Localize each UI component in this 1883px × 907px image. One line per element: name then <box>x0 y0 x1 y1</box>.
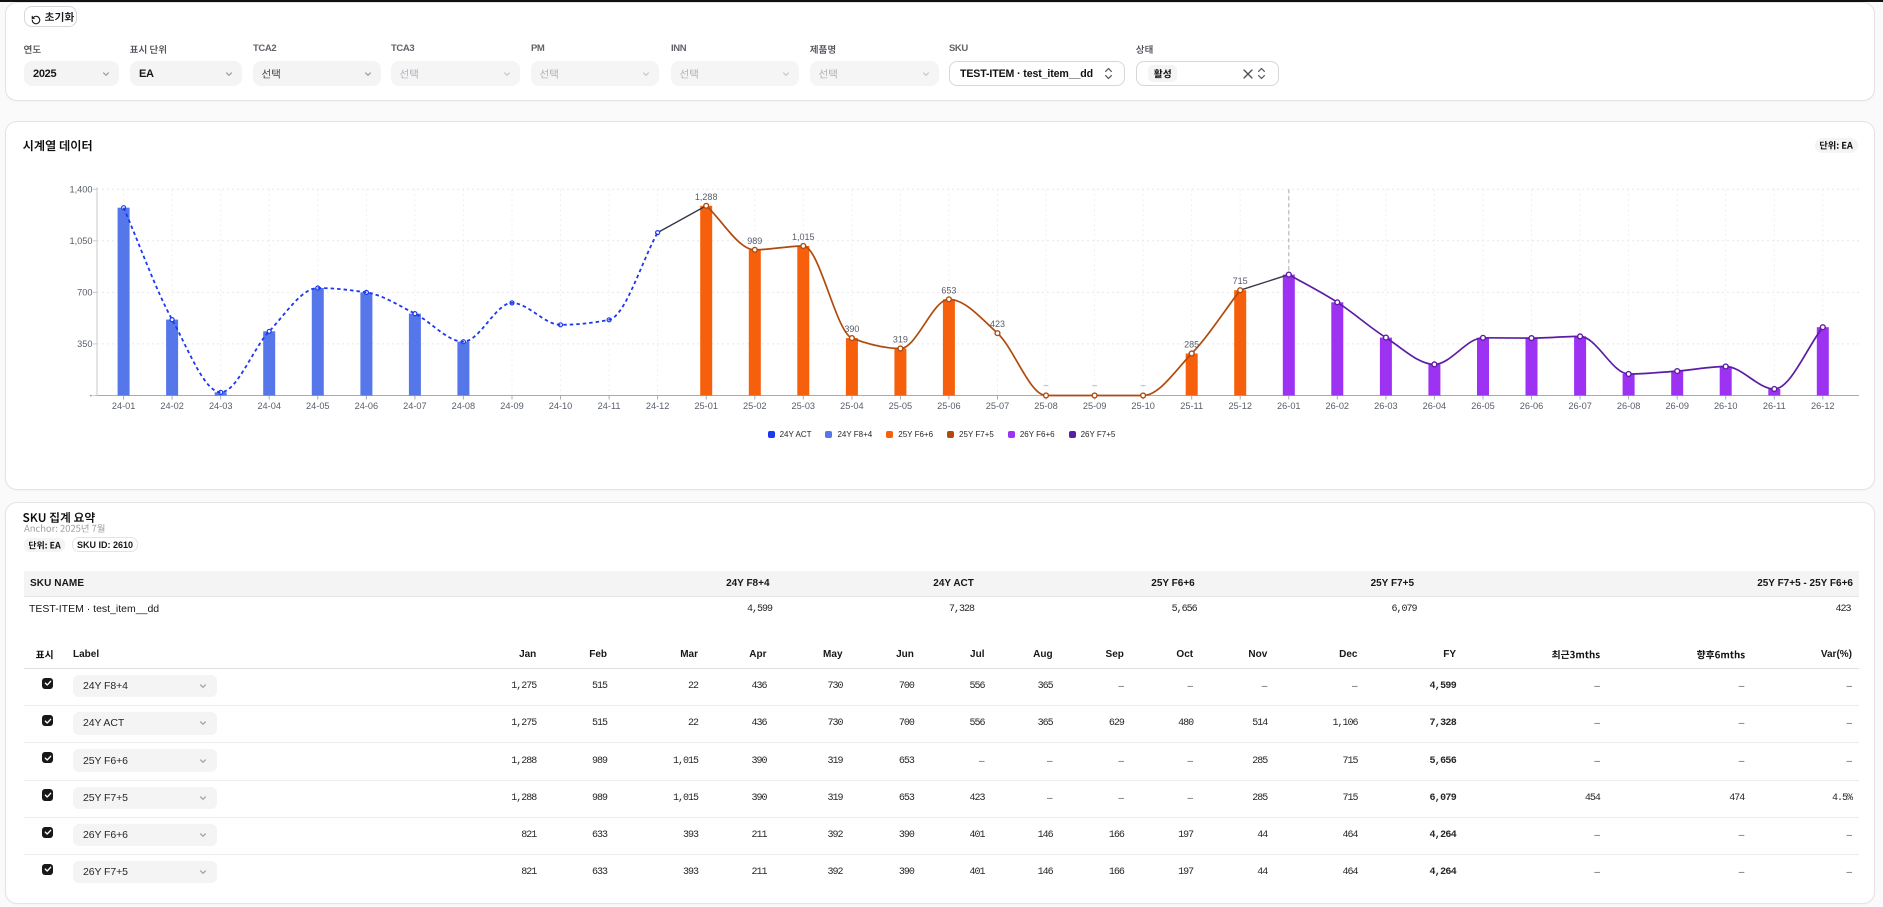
svg-text:24-11: 24-11 <box>598 401 621 411</box>
svg-text:24-03: 24-03 <box>209 401 233 411</box>
svg-text:24-04: 24-04 <box>257 401 281 411</box>
svg-text:24-06: 24-06 <box>355 401 379 411</box>
svg-text:989: 989 <box>747 236 762 246</box>
svg-text:26-11: 26-11 <box>1763 401 1786 411</box>
svg-text:26-07: 26-07 <box>1568 401 1592 411</box>
svg-text:26-10: 26-10 <box>1714 401 1738 411</box>
svg-text:390: 390 <box>844 324 859 334</box>
svg-text:350: 350 <box>77 339 92 349</box>
svg-text:26-04: 26-04 <box>1423 401 1447 411</box>
svg-text:26-02: 26-02 <box>1326 401 1350 411</box>
svg-text:285: 285 <box>1184 340 1199 350</box>
svg-text:26-06: 26-06 <box>1520 401 1544 411</box>
svg-text:26-08: 26-08 <box>1617 401 1641 411</box>
svg-text:25-01: 25-01 <box>694 401 718 411</box>
svg-text:26-09: 26-09 <box>1665 401 1689 411</box>
svg-text:–: – <box>1141 380 1146 390</box>
svg-text:–: – <box>1092 380 1097 390</box>
svg-text:25-04: 25-04 <box>840 401 864 411</box>
svg-text:1,015: 1,015 <box>792 232 815 242</box>
svg-text:700: 700 <box>77 288 92 298</box>
svg-text:25-12: 25-12 <box>1228 401 1252 411</box>
svg-text:25-02: 25-02 <box>743 401 767 411</box>
svg-text:–: – <box>1043 380 1048 390</box>
svg-text:26-12: 26-12 <box>1811 401 1835 411</box>
svg-text:24-02: 24-02 <box>160 401 184 411</box>
svg-text:-: - <box>89 391 92 401</box>
svg-text:25-08: 25-08 <box>1034 401 1058 411</box>
svg-text:423: 423 <box>990 319 1005 329</box>
svg-text:25-05: 25-05 <box>889 401 913 411</box>
svg-text:24-01: 24-01 <box>112 401 136 411</box>
svg-text:25-06: 25-06 <box>937 401 961 411</box>
svg-text:25-03: 25-03 <box>792 401 816 411</box>
svg-text:24-05: 24-05 <box>306 401 330 411</box>
svg-text:24-12: 24-12 <box>646 401 670 411</box>
svg-text:25-09: 25-09 <box>1083 401 1107 411</box>
svg-text:26-03: 26-03 <box>1374 401 1398 411</box>
svg-text:26-05: 26-05 <box>1471 401 1495 411</box>
svg-text:653: 653 <box>941 285 956 295</box>
svg-text:1,288: 1,288 <box>695 192 718 202</box>
svg-text:26-01: 26-01 <box>1277 401 1301 411</box>
svg-text:25-07: 25-07 <box>986 401 1010 411</box>
svg-text:25-11: 25-11 <box>1180 401 1203 411</box>
svg-text:319: 319 <box>893 335 908 345</box>
svg-text:25-10: 25-10 <box>1131 401 1155 411</box>
svg-text:24-10: 24-10 <box>549 401 573 411</box>
svg-text:1,050: 1,050 <box>70 236 93 246</box>
svg-text:24-08: 24-08 <box>452 401 476 411</box>
svg-text:24-07: 24-07 <box>403 401 427 411</box>
svg-text:715: 715 <box>1233 276 1248 286</box>
svg-text:1,400: 1,400 <box>70 185 93 195</box>
svg-text:24-09: 24-09 <box>500 401 524 411</box>
